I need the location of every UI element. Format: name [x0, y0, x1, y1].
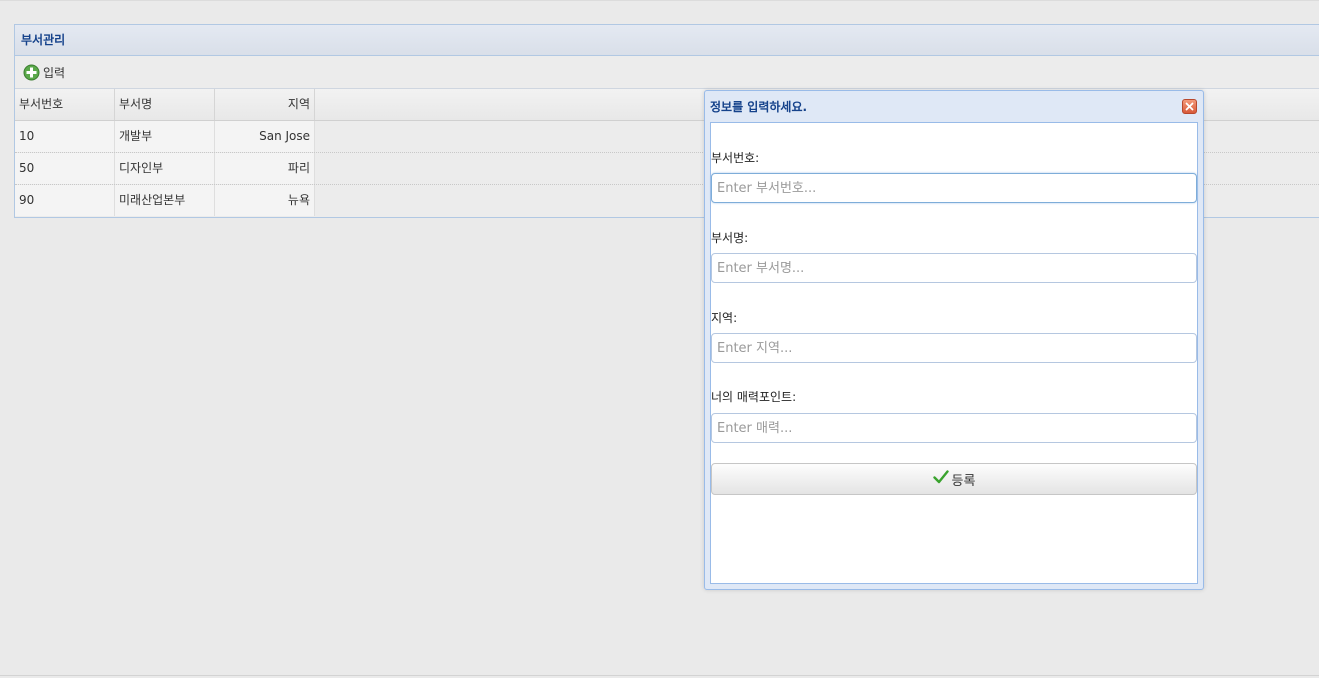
cell-loc: 뉴욕 [215, 185, 315, 216]
loc-input[interactable] [711, 333, 1197, 363]
bottom-divider [0, 675, 1319, 676]
dialog-close-button[interactable] [1182, 98, 1197, 114]
close-icon [1185, 102, 1194, 110]
page: 부서관리 입력 부서번호 부서명 지역 10 개발부 San Jose 50 디… [0, 0, 1319, 678]
deptno-label: 부서번호: [711, 151, 760, 165]
cell-loc: San Jose [215, 121, 315, 152]
column-header-loc[interactable]: 지역 [215, 89, 315, 120]
cell-deptno: 50 [15, 153, 115, 184]
checkmark-icon [932, 470, 949, 488]
deptno-input[interactable] [711, 173, 1197, 203]
panel-toolbar: 입력 [15, 56, 1319, 89]
dialog-title: 정보를 입력하세요. [710, 99, 808, 114]
input-dialog: 정보를 입력하세요. 부서번호: 부서명: 지역: 너의 매력포인트: [704, 90, 1204, 590]
charm-label: 너의 매력포인트: [711, 390, 797, 404]
cell-loc: 파리 [215, 153, 315, 184]
dname-label: 부서명: [711, 231, 749, 245]
dialog-form: 부서번호: 부서명: 지역: 너의 매력포인트: 등록 [710, 122, 1198, 584]
cell-dname: 디자인부 [115, 153, 215, 184]
panel-title: 부서관리 [15, 25, 1319, 56]
submit-button[interactable]: 등록 [711, 463, 1197, 495]
submit-button-label: 등록 [951, 473, 976, 489]
cell-dname: 미래산업본부 [115, 185, 215, 216]
add-button-label: 입력 [43, 65, 66, 80]
dname-input[interactable] [711, 253, 1197, 283]
cell-dname: 개발부 [115, 121, 215, 152]
charm-input[interactable] [711, 413, 1197, 443]
cell-deptno: 90 [15, 185, 115, 216]
add-button[interactable]: 입력 [23, 64, 65, 81]
plus-circle-icon [23, 64, 40, 81]
loc-label: 지역: [711, 311, 738, 325]
dialog-header[interactable]: 정보를 입력하세요. [705, 91, 1203, 121]
column-header-deptno[interactable]: 부서번호 [15, 89, 115, 120]
cell-deptno: 10 [15, 121, 115, 152]
column-header-dname[interactable]: 부서명 [115, 89, 215, 120]
